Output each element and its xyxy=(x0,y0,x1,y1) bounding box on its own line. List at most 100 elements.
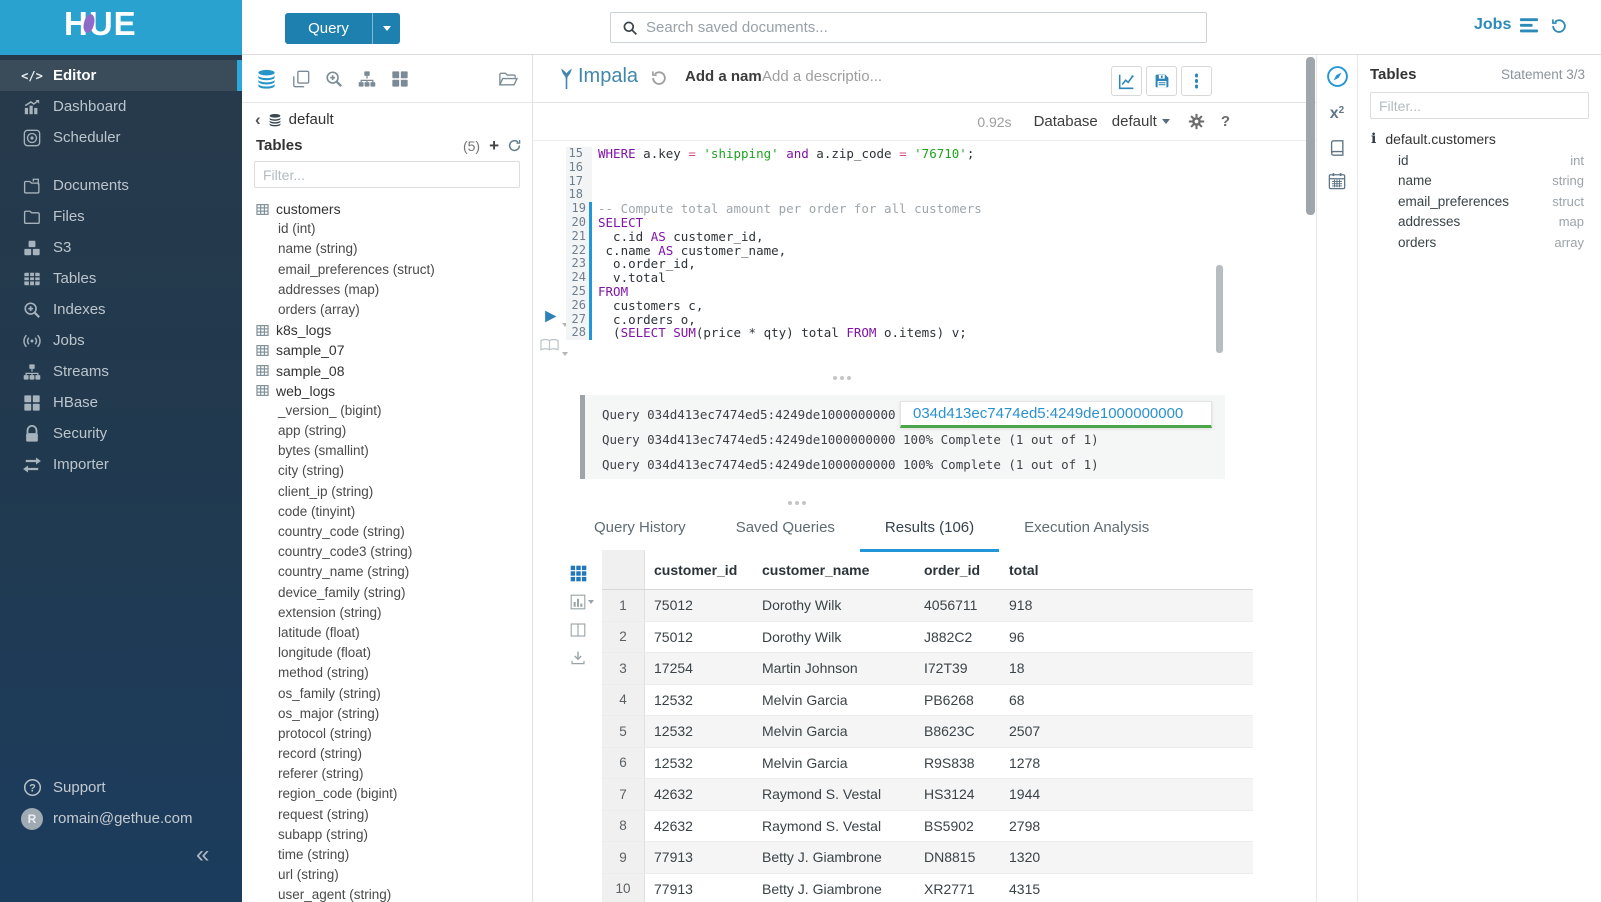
help-icon[interactable]: ? xyxy=(1221,113,1230,130)
column-item[interactable]: url (string) xyxy=(242,865,532,885)
column-item[interactable]: email_preferencesstruct xyxy=(1358,191,1601,212)
column-item[interactable]: id (int) xyxy=(242,219,532,239)
sidebar-collapse-button[interactable]: « xyxy=(196,841,209,869)
sidebar-item-indexes[interactable]: Indexes xyxy=(0,294,242,325)
sidebar-item-security[interactable]: Security xyxy=(0,418,242,449)
sidebar-user[interactable]: R romain@gethue.com xyxy=(0,803,242,834)
table-row[interactable]: 175012Dorothy Wilk4056711918 xyxy=(602,590,1253,622)
query-history-icon[interactable] xyxy=(1550,17,1568,35)
column-item[interactable]: referer (string) xyxy=(242,764,532,784)
sql-editor[interactable]: 1516171819202122232425262728 WHERE a.key… xyxy=(533,140,1316,380)
column-item[interactable]: idint xyxy=(1358,150,1601,171)
column-item[interactable]: app (string) xyxy=(242,421,532,441)
column-item[interactable]: _version_ (bigint) xyxy=(242,401,532,421)
table-row[interactable]: 275012Dorothy WilkJ882C296 xyxy=(602,622,1253,654)
database-name[interactable]: default xyxy=(289,111,334,128)
sidebar-item-streams[interactable]: Streams xyxy=(0,356,242,387)
active-table-row[interactable]: i default.customers xyxy=(1358,119,1601,150)
table-item[interactable]: k8s_logs xyxy=(242,320,532,340)
sidebar-item-support[interactable]: ? Support xyxy=(0,772,242,803)
chart-button[interactable] xyxy=(1111,66,1142,96)
column-item[interactable]: user_agent (string) xyxy=(242,885,532,902)
jobs-link[interactable]: Jobs xyxy=(1474,16,1538,34)
column-item[interactable]: region_code (bigint) xyxy=(242,784,532,804)
editor-assistant-icon[interactable] xyxy=(1317,65,1357,88)
right-filter-input[interactable] xyxy=(1370,92,1589,119)
document-search[interactable] xyxy=(610,12,1207,43)
column-item[interactable]: client_ip (string) xyxy=(242,482,532,502)
column-header[interactable]: customer_id xyxy=(645,562,753,578)
sidebar-item-importer[interactable]: Importer xyxy=(0,449,242,480)
query-description-input[interactable] xyxy=(762,68,1002,85)
refresh-icon[interactable] xyxy=(507,138,522,153)
presentation-options-caret[interactable] xyxy=(562,343,568,359)
save-button[interactable] xyxy=(1146,66,1177,96)
sidebar-item-dashboard[interactable]: Dashboard xyxy=(0,91,242,122)
column-item[interactable]: addresses (map) xyxy=(242,280,532,300)
tab-execution-analysis[interactable]: Execution Analysis xyxy=(999,505,1174,552)
presentation-mode-icon[interactable] xyxy=(540,338,559,352)
column-item[interactable]: method (string) xyxy=(242,663,532,683)
back-chevron-icon[interactable]: ‹ xyxy=(255,113,261,127)
table-item[interactable]: sample_08 xyxy=(242,361,532,381)
apps-grid-icon[interactable] xyxy=(391,70,409,88)
new-query-button[interactable]: Query xyxy=(285,13,400,44)
column-item[interactable]: extension (string) xyxy=(242,603,532,623)
column-item[interactable]: longitude (float) xyxy=(242,643,532,663)
sidebar-item-scheduler[interactable]: Scheduler xyxy=(0,122,242,153)
sidebar-item-documents[interactable]: Documents xyxy=(0,170,242,201)
main-scrollbar[interactable] xyxy=(1306,57,1315,215)
column-item[interactable]: email_preferences (struct) xyxy=(242,260,532,280)
databases-icon[interactable] xyxy=(256,69,277,89)
table-row[interactable]: 977913Betty J. GiambroneDN88151320 xyxy=(602,842,1253,874)
tab-saved-queries[interactable]: Saved Queries xyxy=(711,505,860,552)
sidebar-item-files[interactable]: Files xyxy=(0,201,242,232)
table-row[interactable]: 612532Melvin GarciaR9S8381278 xyxy=(602,748,1253,780)
grid-view-icon[interactable] xyxy=(570,565,594,582)
column-item[interactable]: ordersarray xyxy=(1358,232,1601,253)
column-item[interactable]: name (string) xyxy=(242,239,532,259)
sitemap-icon[interactable] xyxy=(358,70,376,88)
query-versions-icon[interactable] xyxy=(650,69,668,87)
documents-tab-icon[interactable] xyxy=(292,70,310,88)
table-item[interactable]: customers xyxy=(242,199,532,219)
column-item[interactable]: os_family (string) xyxy=(242,684,532,704)
more-actions-button[interactable] xyxy=(1181,66,1212,96)
table-item[interactable]: web_logs xyxy=(242,381,532,401)
column-item[interactable]: country_name (string) xyxy=(242,562,532,582)
table-row[interactable]: 842632Raymond S. VestalBS59022798 xyxy=(602,811,1253,843)
sidebar-item-hbase[interactable]: HBase xyxy=(0,387,242,418)
column-item[interactable]: code (tinyint) xyxy=(242,502,532,522)
gear-icon[interactable] xyxy=(1188,113,1205,130)
editor-code[interactable]: WHERE a.key = 'shipping' and a.zip_code … xyxy=(598,147,1292,340)
execute-button[interactable] xyxy=(543,309,558,324)
table-row[interactable]: 412532Melvin GarciaPB626868 xyxy=(602,685,1253,717)
column-item[interactable]: subapp (string) xyxy=(242,825,532,845)
editor-scrollbar[interactable] xyxy=(1216,265,1223,353)
column-header[interactable]: order_id xyxy=(915,562,1000,578)
table-row[interactable]: 1077913Betty J. GiambroneXR27714315 xyxy=(602,874,1253,902)
sidebar-item-s3[interactable]: S3 xyxy=(0,232,242,263)
resize-handle[interactable] xyxy=(833,376,837,380)
add-table-icon[interactable]: + xyxy=(489,139,499,153)
folder-open-icon[interactable] xyxy=(498,70,518,88)
query-type-dropdown[interactable] xyxy=(372,13,400,44)
column-item[interactable]: record (string) xyxy=(242,744,532,764)
table-row[interactable]: 742632Raymond S. VestalHS31241944 xyxy=(602,779,1253,811)
column-item[interactable]: addressesmap xyxy=(1358,212,1601,233)
column-item[interactable]: country_code3 (string) xyxy=(242,542,532,562)
table-row[interactable]: 317254Martin JohnsonI72T3918 xyxy=(602,653,1253,685)
column-item[interactable]: bytes (smallint) xyxy=(242,441,532,461)
column-item[interactable]: os_major (string) xyxy=(242,704,532,724)
language-reference-icon[interactable] xyxy=(1317,139,1357,157)
columns-view-icon[interactable] xyxy=(570,622,594,638)
column-item[interactable]: country_code (string) xyxy=(242,522,532,542)
table-item[interactable]: sample_07 xyxy=(242,340,532,360)
download-icon[interactable] xyxy=(570,650,594,666)
table-row[interactable]: 512532Melvin GarciaB8623C2507 xyxy=(602,716,1253,748)
table-filter-input[interactable] xyxy=(254,161,520,188)
sidebar-item-tables[interactable]: Tables xyxy=(0,263,242,294)
column-item[interactable]: city (string) xyxy=(242,461,532,481)
column-item[interactable]: latitude (float) xyxy=(242,623,532,643)
tab-query-history[interactable]: Query History xyxy=(569,505,711,552)
